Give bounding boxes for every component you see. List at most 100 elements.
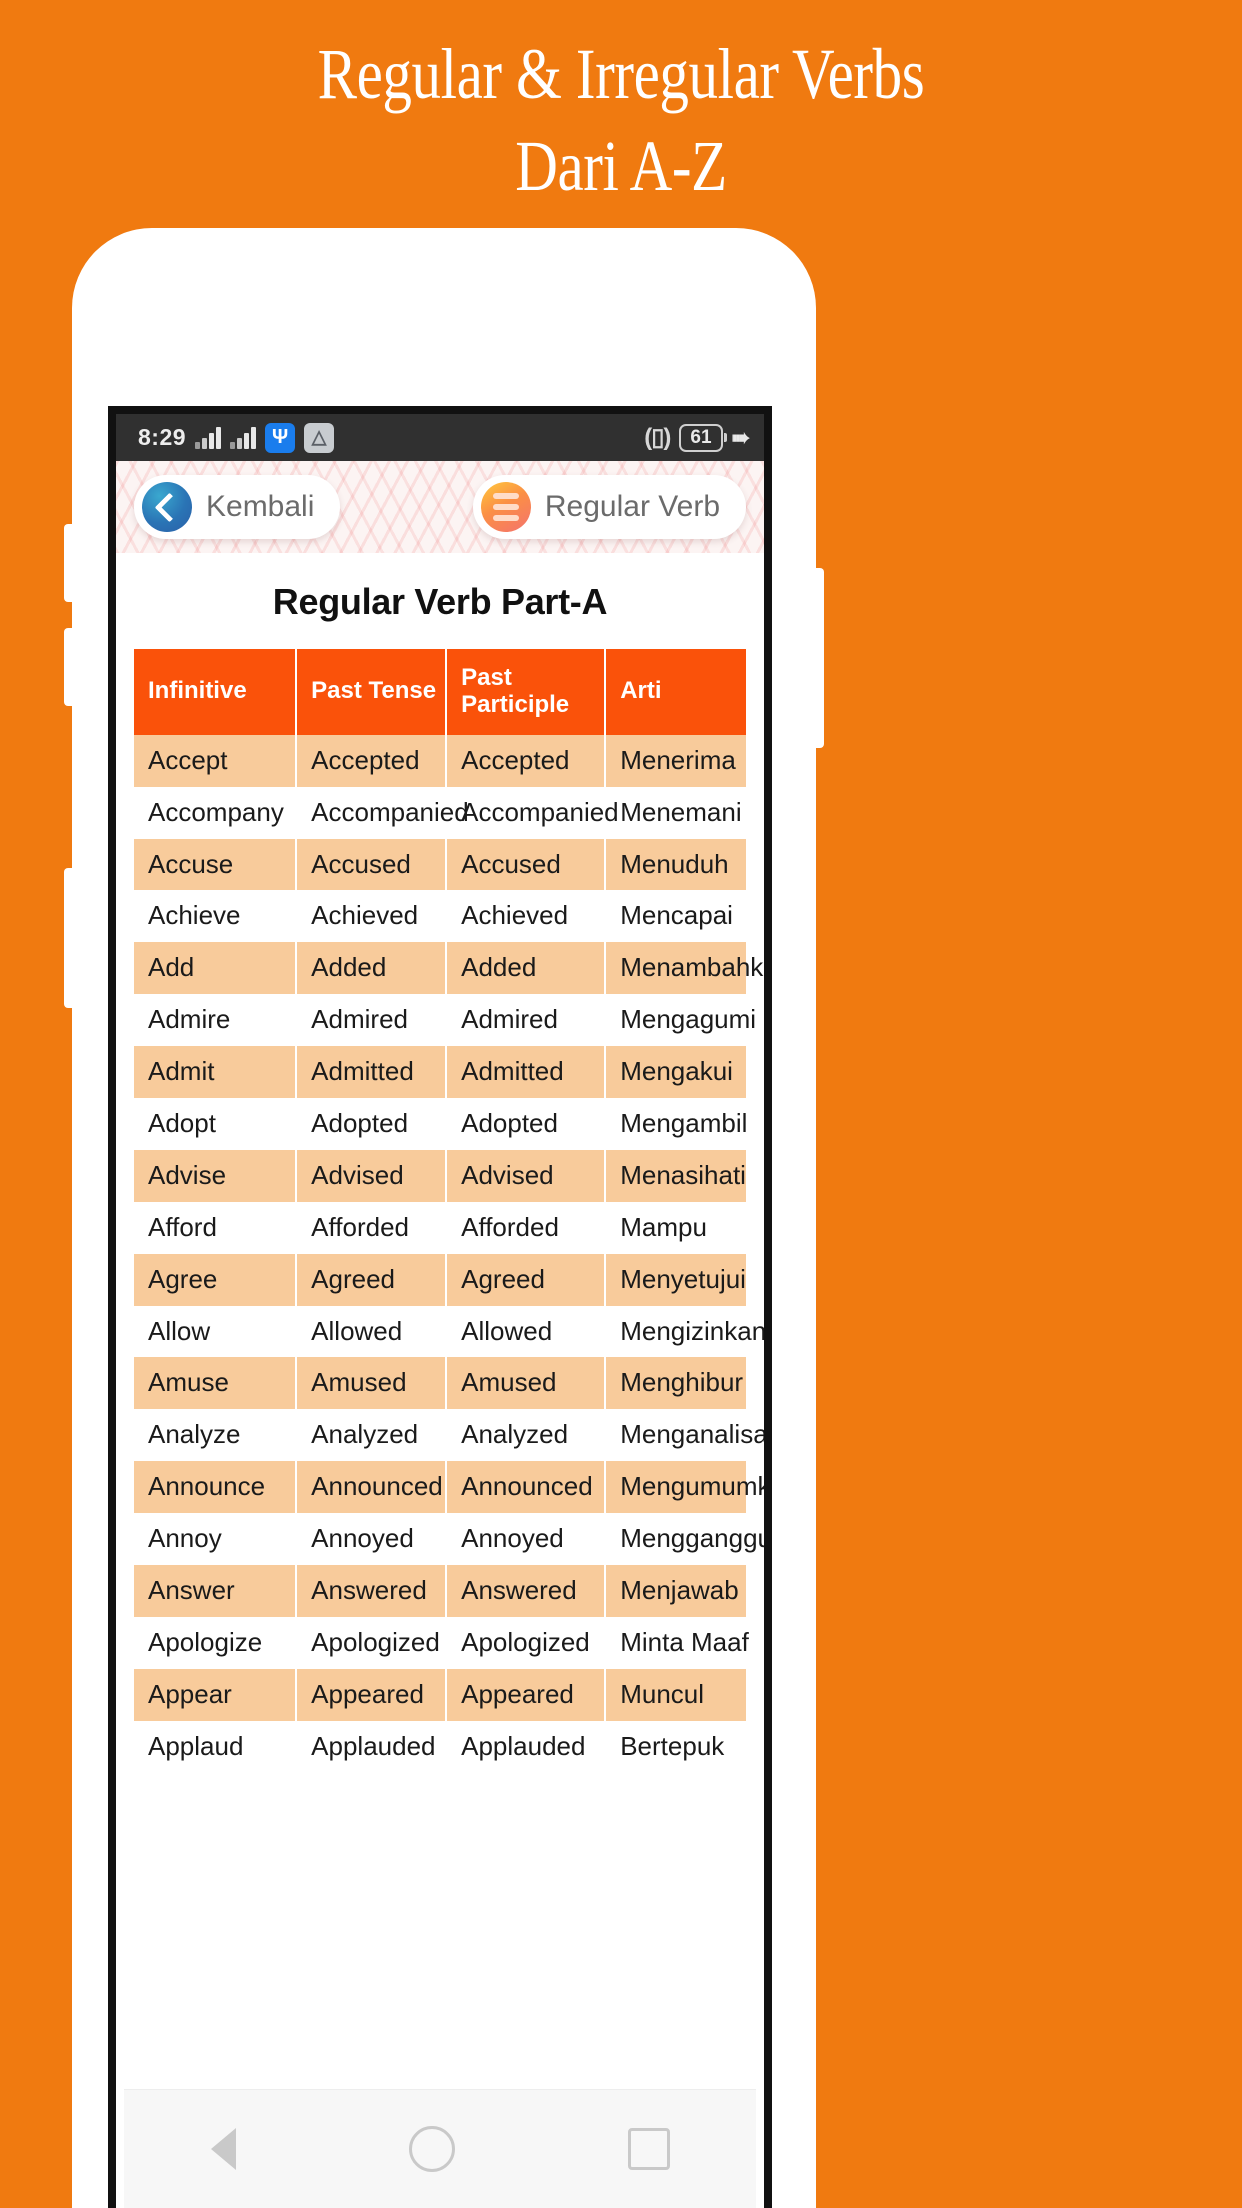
back-button[interactable]: Kembali: [134, 475, 341, 539]
table-cell: Apologize: [134, 1616, 298, 1669]
table-row: Adopt Adopted Adopted Mengambil: [134, 1097, 747, 1150]
charging-bolt-icon: ➠: [731, 424, 750, 450]
table-cell: Advised: [446, 1149, 607, 1202]
phone-screen: 8:29 Ψ △ (▯) 61 ➠ Kembali Regular Verb R…: [108, 406, 772, 2208]
table-cell: Accuse: [134, 838, 298, 891]
table-cell: Muncul: [605, 1668, 746, 1721]
status-bar: 8:29 Ψ △ (▯) 61 ➠: [116, 414, 764, 461]
table-row: AddAddedAddedMenambahkan: [134, 942, 764, 995]
table-cell: Adopted: [296, 1097, 448, 1150]
column-header-past-participle[interactable]: Past Participle: [446, 649, 607, 735]
app-header: Kembali Regular Verb: [116, 461, 764, 553]
side-key-button[interactable]: [812, 568, 824, 748]
table-cell: Mengumumkan: [605, 1461, 764, 1514]
table-cell: Add: [134, 942, 298, 995]
table-cell: Admitted: [446, 1046, 607, 1098]
table-row: Appear Appeared Appeared Muncul: [134, 1668, 746, 1721]
table-cell: Mengizinkan: [605, 1305, 764, 1358]
chevron-left-icon: [142, 482, 192, 532]
promo-title-line1: Regular & Irregular Verbs: [317, 34, 925, 114]
table-cell: Appear: [134, 1668, 298, 1721]
table-cell: Analyze: [134, 1409, 298, 1462]
hamburger-menu-icon: [480, 482, 531, 532]
promo-title-line2: Dari A-Z: [515, 126, 727, 206]
app-store-icon: △: [304, 422, 335, 453]
verbs-table: Infinitive Past Tense Past Participle Ar…: [134, 649, 764, 1773]
table-cell: Menganalisa: [605, 1409, 764, 1462]
table-cell: Advised: [296, 1149, 448, 1202]
table-cell: Announced: [296, 1461, 448, 1514]
column-header-past-participle-line1: Past: [461, 664, 512, 691]
table-cell: Mengambil: [605, 1097, 747, 1150]
table-cell: Menasihati: [605, 1149, 746, 1202]
table-cell: Answered: [296, 1565, 448, 1617]
table-cell: Agree: [134, 1253, 298, 1306]
volume-down-button[interactable]: [64, 628, 76, 706]
table-cell: Announced: [446, 1461, 607, 1514]
column-header-past-tense[interactable]: Past Tense: [296, 649, 448, 735]
table-row: Answer Answered Answered Menjawab: [134, 1565, 746, 1617]
table-cell: Applauded: [296, 1720, 448, 1773]
table-cell: Admired: [296, 994, 448, 1047]
table-cell: Menghibur: [605, 1357, 746, 1410]
table-cell: Menemani: [605, 786, 746, 839]
table-cell: Added: [446, 942, 607, 995]
table-cell: Analyzed: [446, 1409, 607, 1462]
table-cell: Menerima: [605, 734, 746, 787]
menu-button[interactable]: Regular Verb: [472, 475, 746, 539]
table-cell: Accept: [134, 734, 298, 787]
table-cell: Menjawab: [605, 1565, 746, 1617]
battery-badge: 61: [679, 423, 727, 452]
table-row: Afford Afforded Afforded Mampu: [134, 1201, 746, 1254]
table-cell: Amuse: [134, 1357, 298, 1410]
phone-mockup: 8:29 Ψ △ (▯) 61 ➠ Kembali Regular Verb R…: [64, 228, 824, 2208]
nav-back-icon[interactable]: [210, 2128, 236, 2170]
table-row: Allow Allowed Allowed Mengizinkan: [134, 1305, 764, 1358]
table-cell: Apologized: [296, 1616, 448, 1669]
table-header-row: Infinitive Past Tense Past Participle Ar…: [134, 649, 746, 735]
table-row: Agree Agreed Agreed Menyetujui: [134, 1253, 746, 1306]
table-cell: Accompany: [134, 786, 298, 839]
promo-headline: Regular & Irregular Verbs Dari A-Z: [112, 0, 1130, 202]
table-cell: Allow: [134, 1305, 298, 1358]
table-cell: Admit: [134, 1046, 298, 1098]
table-row: Admit Admitted Admitted Mengakui: [134, 1046, 746, 1098]
table-cell: Answered: [446, 1565, 607, 1617]
nav-recent-apps-icon[interactable]: [627, 2128, 670, 2170]
column-header-infinitive[interactable]: Infinitive: [134, 649, 298, 735]
status-clock: 8:29: [138, 424, 187, 450]
table-cell: Mengganggu: [605, 1513, 764, 1565]
table-cell: Mencapai: [605, 890, 746, 943]
table-cell: Admitted: [296, 1046, 448, 1098]
usb-icon: Ψ: [265, 422, 296, 453]
table-cell: Admired: [446, 994, 607, 1047]
table-row: AnnounceAnnouncedAnnouncedMengumumkan: [134, 1461, 764, 1514]
android-nav-bar: [124, 2089, 756, 2208]
table-cell: Achieve: [134, 890, 298, 943]
table-cell: Amused: [296, 1357, 448, 1410]
table-cell: Admire: [134, 994, 298, 1047]
table-row: Accuse Accused Accused Menuduh: [134, 838, 746, 891]
table-cell: Accompanied: [446, 786, 619, 839]
table-row: Accompany Accompanied Accompanied Menemani: [134, 786, 746, 839]
table-cell: Answer: [134, 1565, 298, 1617]
column-header-past-participle-line2: Participle: [461, 690, 570, 718]
table-cell: Afforded: [296, 1201, 448, 1254]
table-cell: Accepted: [446, 734, 607, 787]
column-header-arti[interactable]: Arti: [605, 649, 746, 735]
verbs-table-body: Accept Accepted Accepted Menerima Accompany A…: [134, 734, 764, 1773]
table-cell: Annoyed: [296, 1513, 448, 1565]
table-cell: Menambahkan: [605, 942, 764, 995]
status-bar-right: (▯) 61 ➠: [644, 423, 750, 452]
table-cell: Applauded: [446, 1720, 607, 1773]
status-bar-left: 8:29 Ψ △: [138, 422, 335, 453]
table-cell: Appeared: [296, 1668, 448, 1721]
table-cell: Apologized: [446, 1616, 607, 1669]
nav-home-icon[interactable]: [408, 2126, 455, 2172]
power-button[interactable]: [64, 868, 76, 1008]
signal-bars-icon-sim2: [230, 426, 257, 449]
volume-up-button[interactable]: [64, 524, 76, 602]
table-cell: Annoyed: [446, 1513, 607, 1565]
table-row: Advise Advised Advised Menasihati: [134, 1149, 746, 1202]
table-cell: Amused: [446, 1357, 607, 1410]
